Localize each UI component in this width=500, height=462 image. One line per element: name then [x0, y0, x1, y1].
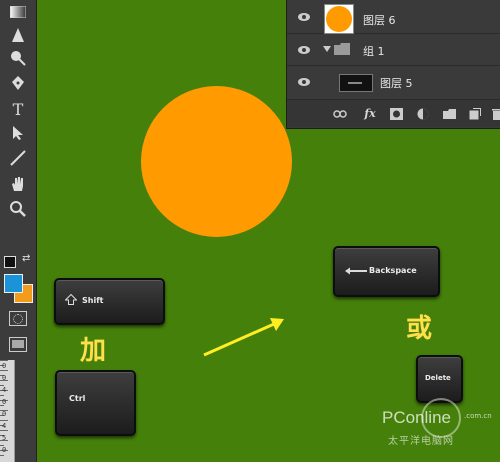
type-tool-icon[interactable]: T — [8, 99, 28, 119]
shift-arrow-icon — [65, 294, 77, 305]
layers-panel: 图层 6 组 1 图层 5 fx — [286, 0, 500, 129]
default-colors-icon[interactable] — [4, 256, 16, 268]
layer-group-row[interactable]: 组 1 — [287, 34, 500, 66]
layer-name: 图层 5 — [380, 77, 413, 90]
ruler-tick — [0, 430, 8, 431]
ruler-number: 4 — [2, 386, 7, 394]
path-selection-tool-icon[interactable] — [8, 123, 28, 143]
swap-colors-icon[interactable]: ⇄ — [22, 254, 32, 264]
key-label: Delete — [425, 374, 451, 382]
hand-tool-icon[interactable] — [8, 174, 28, 194]
ruler-tick — [0, 455, 4, 456]
new-layer-icon[interactable] — [468, 107, 482, 120]
ruler-number: 0 — [2, 446, 7, 454]
or-text: 或 — [406, 314, 433, 344]
screen-mode-icon[interactable] — [9, 337, 27, 352]
ruler-tick — [0, 395, 4, 396]
pen-tool-icon[interactable] — [8, 73, 28, 93]
quick-mask-icon[interactable] — [9, 311, 27, 326]
key-label: Ctrl — [69, 394, 86, 403]
watermark-subtitle: 太平洋电脑网 — [388, 436, 454, 447]
ruler-number: 0 — [2, 410, 7, 418]
vertical-ruler: 0 0 4 0 0 4 5 0 — [0, 360, 15, 462]
shift-key: Shift — [54, 278, 165, 325]
eye-icon[interactable] — [297, 11, 311, 23]
layers-panel-footer: fx — [287, 100, 500, 127]
layer-row[interactable]: 图层 6 — [287, 2, 500, 34]
fx-icon[interactable]: fx — [363, 107, 377, 120]
orange-circle — [141, 86, 292, 237]
trash-icon[interactable] — [490, 107, 500, 120]
backspace-key: Backspace — [333, 246, 440, 297]
plus-text: 加 — [80, 336, 107, 366]
key-label: Backspace — [369, 266, 417, 275]
ruler-number: 0 — [2, 374, 7, 382]
watermark-domain: .com.cn — [464, 412, 492, 420]
arrow-annotation — [203, 318, 284, 357]
ruler-tick — [0, 360, 8, 361]
mask-icon[interactable] — [389, 107, 403, 120]
layer-thumbnail — [339, 74, 373, 92]
link-icon[interactable] — [333, 107, 347, 120]
gradient-tool-icon[interactable] — [8, 2, 28, 22]
blur-tool-icon[interactable] — [8, 25, 28, 45]
foreground-color-swatch[interactable] — [4, 274, 23, 293]
zoom-tool-icon[interactable] — [8, 199, 28, 219]
layer-name: 图层 6 — [363, 14, 396, 27]
line-tool-icon[interactable] — [8, 148, 28, 168]
backspace-arrow-icon — [345, 267, 367, 275]
expand-triangle-icon[interactable] — [323, 46, 331, 52]
key-label: Shift — [82, 296, 104, 305]
adjustment-icon[interactable] — [416, 107, 430, 120]
folder-icon — [334, 43, 350, 55]
folder-icon[interactable] — [442, 107, 456, 120]
ruler-number: 4 — [2, 422, 7, 430]
ruler-number: 5 — [2, 434, 7, 442]
ruler-tick — [0, 370, 8, 371]
ctrl-key: Ctrl — [55, 370, 136, 436]
group-name: 组 1 — [363, 45, 385, 58]
watermark-logo: PConline — [382, 408, 451, 427]
layer-row[interactable]: 图层 5 — [287, 66, 500, 100]
eye-icon[interactable] — [297, 76, 311, 88]
layer-thumbnail — [324, 4, 354, 34]
ruler-number: 0 — [2, 362, 7, 370]
eye-icon[interactable] — [297, 44, 311, 56]
watermark: PConline .com.cn 太平洋电脑网 — [382, 396, 492, 456]
dodge-tool-icon[interactable] — [8, 48, 28, 68]
ruler-tick — [0, 420, 8, 421]
ruler-number: 0 — [2, 398, 7, 406]
